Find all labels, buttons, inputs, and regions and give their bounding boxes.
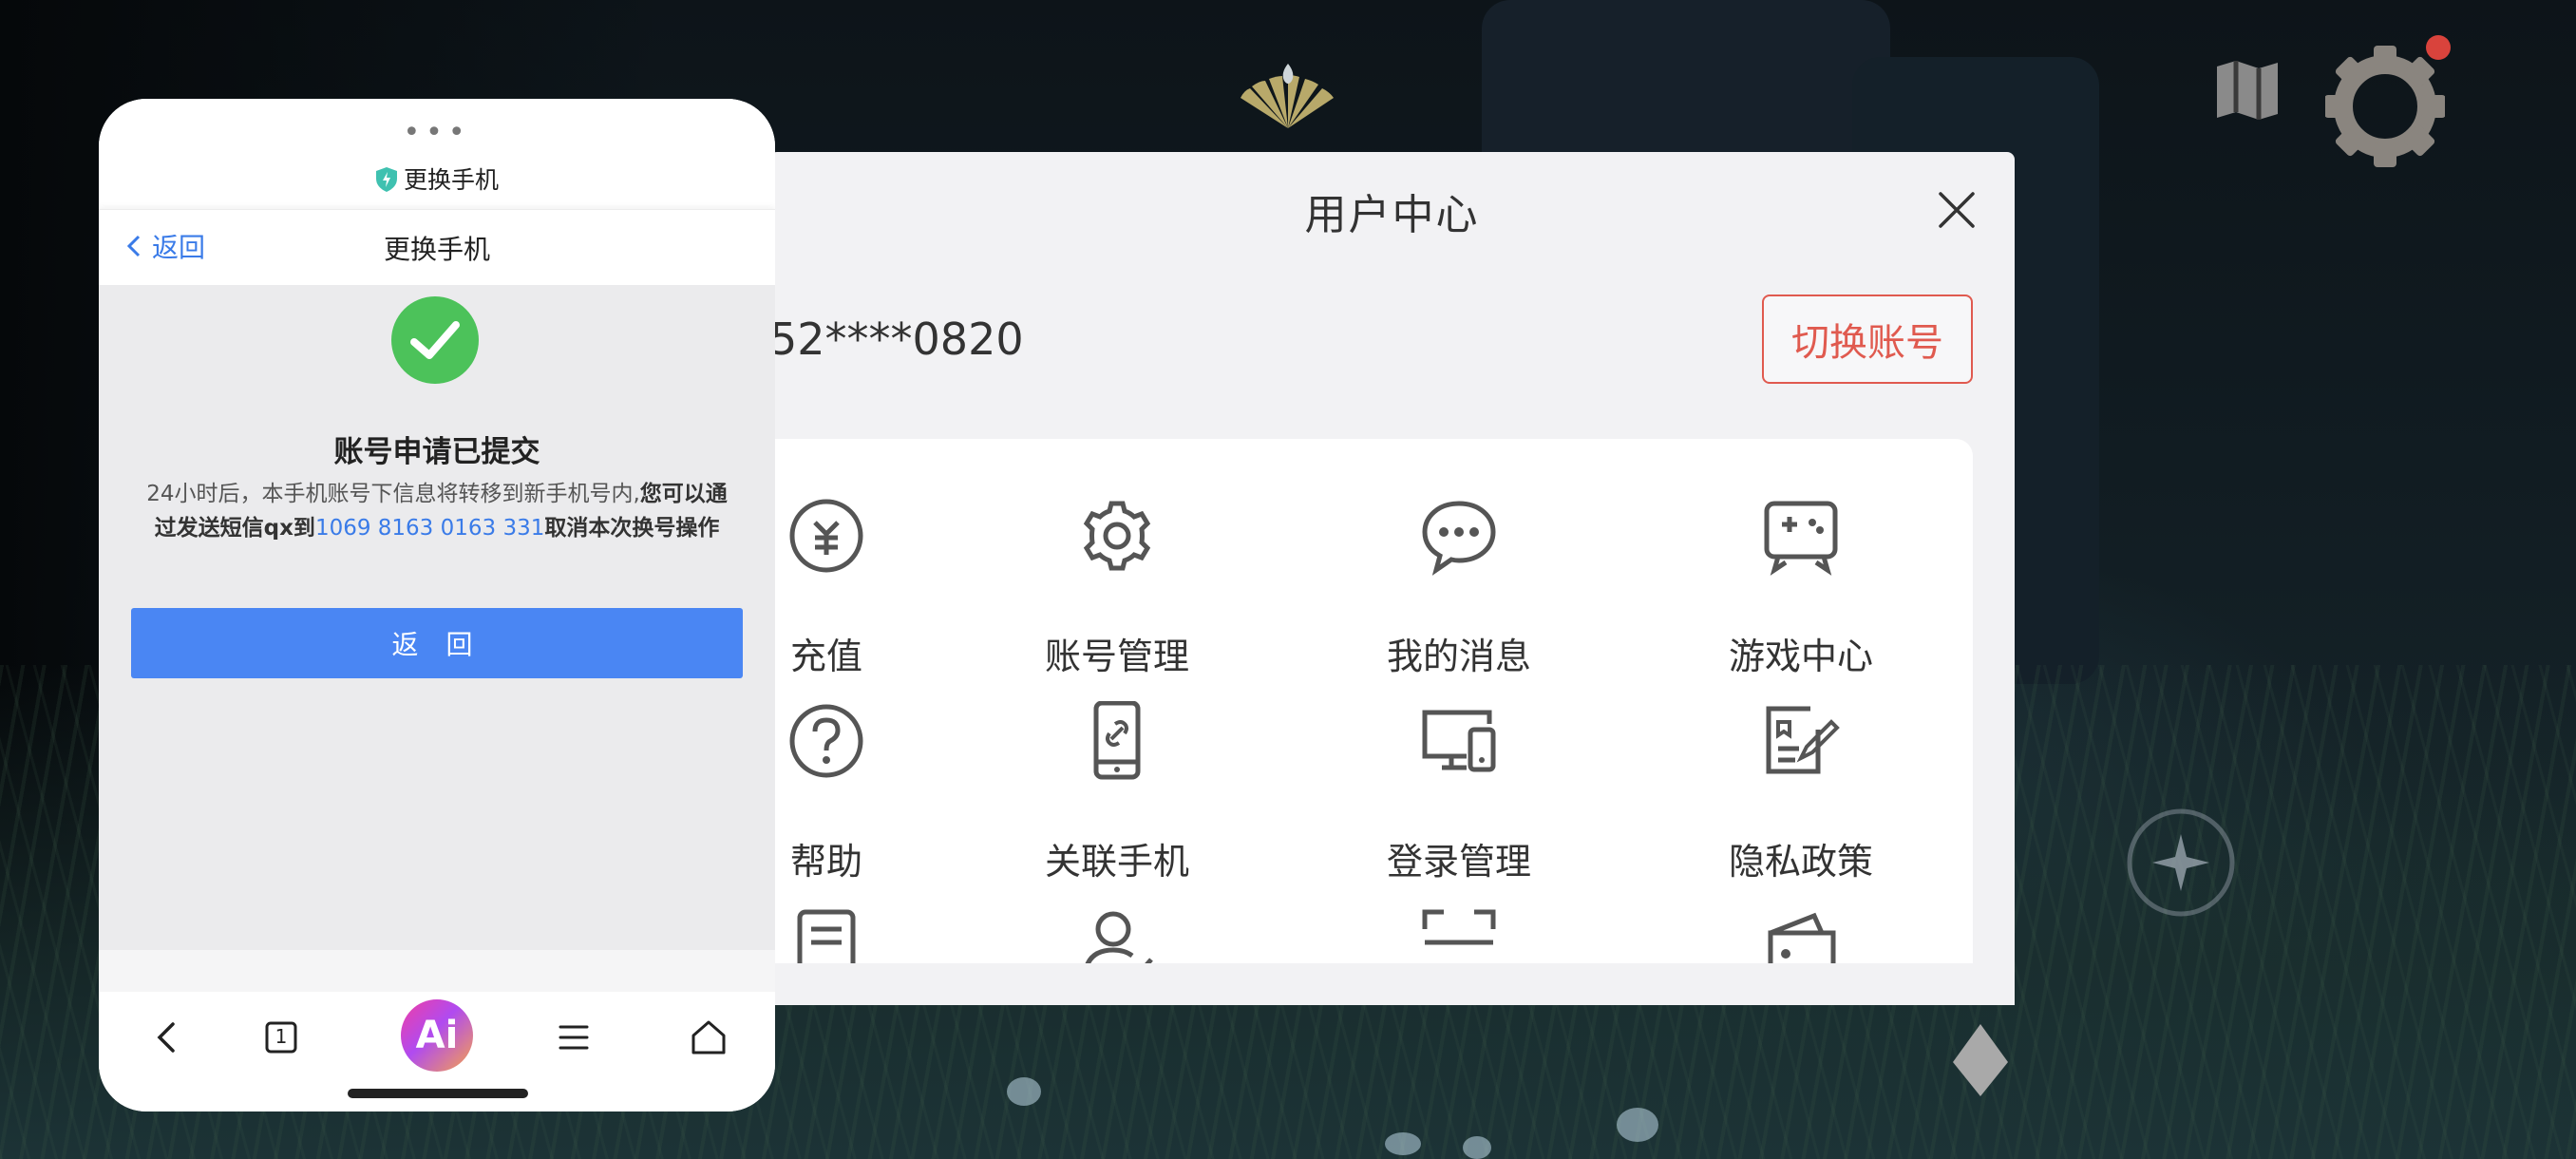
grid-item-login-management[interactable]: 登录管理 [1335,701,1582,891]
grid-item-partial[interactable] [1677,904,1924,963]
recharge-icon [789,499,863,573]
phone-link-icon [1093,701,1141,780]
shield-icon [375,167,397,192]
grid-item-partial[interactable] [994,904,1241,963]
tab-count: 1 [275,1025,288,1048]
gear-icon [1083,501,1151,571]
grid-item-account-management[interactable]: 账号管理 [994,496,1241,686]
page-nav-bar: 返回 更换手机 [99,209,775,286]
home-icon[interactable] [680,1009,737,1066]
grid-item-game-center[interactable]: 游戏中心 [1677,496,1924,686]
grid-item-privacy-policy[interactable]: 隐私政策 [1677,701,1924,891]
home-indicator[interactable] [348,1089,528,1098]
grid-item-label: 登录管理 [1386,841,1531,883]
sms-number[interactable]: 1069 8163 0163 331 [315,516,544,541]
grid-item-my-messages[interactable]: 我的消息 [1335,496,1582,686]
success-check-icon [391,296,479,384]
grid-item-label: 关联手机 [1044,841,1189,883]
result-content: 账号申请已提交 24小时后，本手机账号下信息将转移到新手机号内,您可以通过发送短… [99,285,775,950]
light-orb [1463,1136,1491,1159]
map-icon[interactable] [2213,57,2282,124]
grid-item-partial[interactable] [1335,904,1582,963]
result-message: 24小时后，本手机账号下信息将转移到新手机号内,您可以通过发送短信qx到1069… [137,477,737,545]
energy-fan-icon [1241,64,1334,128]
gamepad-icon [1764,501,1838,576]
result-title: 账号申请已提交 [333,435,540,469]
wallet-icon [1768,912,1836,963]
floating-phone-window: ••• 更换手机 返回 更换手机 账号申请已提交 24小时后，本手机账号下信息将… [99,99,775,1112]
menu-icon[interactable] [545,1009,602,1066]
emote-star-button-icon[interactable] [2124,806,2238,920]
grid-item-recharge[interactable]: 充值 [769,496,950,686]
notification-dot [2426,35,2451,60]
grid-item-label: 我的消息 [1386,636,1531,677]
page-title: 更换手机 [383,234,490,265]
window-title: 更换手机 [99,162,775,196]
grid-item-label: 帮助 [789,841,862,883]
ai-assistant-button[interactable]: Ai [401,999,473,1072]
window-title-text: 更换手机 [403,166,499,194]
user-check-icon [1085,911,1153,963]
light-orb [1617,1108,1658,1142]
chat-bubble-icon [1422,501,1496,576]
back-arrow-icon[interactable] [139,1009,196,1066]
account-number: 52****0820 [769,314,1024,365]
diamond-marker-icon [1953,1024,2008,1096]
list-doc-icon [797,909,856,963]
devices-icon [1422,710,1496,772]
return-button[interactable]: 返 回 [131,608,743,678]
user-center-panel: 用户中心 52****0820 切换账号 充值 账号管理 我的消息 游戏中心 帮… [769,152,2015,1005]
light-orb [1007,1077,1041,1106]
grid-item-label: 充值 [789,636,862,677]
function-grid: 充值 账号管理 我的消息 游戏中心 帮助 关联手机 登录管理 隐私政策 [769,439,1973,963]
privacy-doc-icon [1766,706,1840,774]
scan-icon [1422,909,1496,945]
grid-item-link-phone[interactable]: 关联手机 [994,701,1241,891]
close-icon[interactable] [1937,190,1977,230]
result-message-bold: 取消本次换号操作 [544,516,720,541]
grid-item-partial[interactable] [769,904,950,963]
settings-gear-icon[interactable] [2325,38,2445,171]
more-options-icon[interactable]: ••• [99,116,775,149]
switch-account-button[interactable]: 切换账号 [1762,294,1973,384]
browser-bottom-bar: 1 Ai [99,992,775,1112]
grid-item-label: 隐私政策 [1728,841,1873,883]
window-header: ••• 更换手机 [99,99,775,209]
help-icon [789,704,863,778]
grid-item-help[interactable]: 帮助 [769,701,950,891]
light-orb [1385,1132,1421,1155]
tabs-button[interactable]: 1 [253,1009,310,1066]
grid-item-label: 账号管理 [1044,636,1189,677]
grid-item-label: 游戏中心 [1728,636,1873,677]
content-footer [99,950,775,992]
result-message-plain: 24小时后，本手机账号下信息将转移到新手机号内, [146,482,640,506]
panel-title: 用户中心 [1304,191,1480,239]
